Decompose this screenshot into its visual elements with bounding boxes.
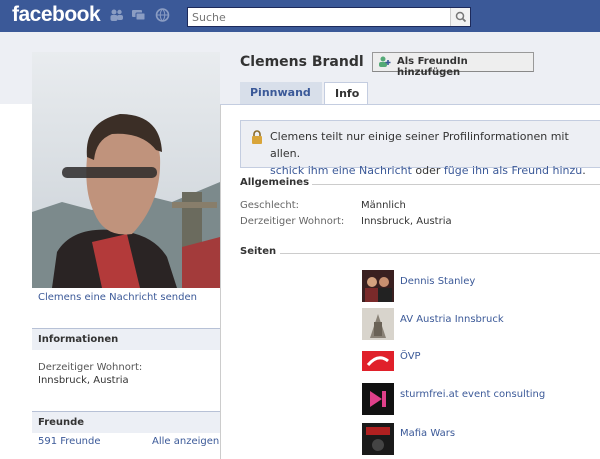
- send-message-link[interactable]: Clemens eine Nachricht senden: [38, 292, 197, 303]
- notice-text: Clemens teilt nur einige seiner Profilin…: [270, 130, 569, 160]
- friends-count-link[interactable]: 591 Freunde: [38, 436, 101, 447]
- search-button[interactable]: [450, 8, 470, 26]
- profile-picture[interactable]: [32, 52, 220, 288]
- privacy-notice: Clemens teilt nur einige seiner Profilin…: [240, 120, 600, 177]
- tab-info[interactable]: Info: [324, 82, 368, 105]
- add-friend-notice-link[interactable]: füge ihn als Freund hinzu: [444, 164, 582, 177]
- info-box-title: Informationen: [32, 328, 220, 350]
- gender-value: Männlich: [361, 200, 406, 211]
- send-message-notice-link[interactable]: schick ihm eine Nachricht: [270, 164, 412, 177]
- gender-label: Geschlecht:: [240, 200, 300, 211]
- seiten-divider: [280, 253, 600, 254]
- sidebar-wohnort-value: Innsbruck, Austria: [38, 375, 129, 386]
- wohnort-value: Innsbruck, Austria: [361, 216, 452, 227]
- friends-box-title: Freunde: [32, 411, 220, 433]
- add-friend-label: Als FreundIn hinzufügen: [397, 56, 468, 78]
- column-divider: [220, 104, 221, 459]
- notifications-icon[interactable]: [155, 8, 170, 22]
- left-column: Clemens eine Nachricht senden Informatio…: [32, 52, 220, 459]
- top-bar: facebook: [0, 0, 600, 32]
- seiten-heading: Seiten: [240, 246, 277, 257]
- add-friend-button[interactable]: Als FreundIn hinzufügen: [372, 52, 534, 78]
- page-thumb-sturmfrei[interactable]: [362, 383, 394, 415]
- sidebar-wohnort-label: Derzeitiger Wohnort:: [38, 362, 143, 373]
- notice-mid-text: oder: [411, 164, 444, 177]
- page-link-ovp[interactable]: ÖVP: [400, 351, 421, 362]
- facebook-logo[interactable]: facebook: [12, 3, 101, 27]
- page-link-mafia-wars[interactable]: Mafia Wars: [400, 428, 455, 439]
- tab-underline: [220, 104, 600, 105]
- notice-end-text: .: [582, 164, 586, 177]
- page-thumb-ovp[interactable]: [362, 345, 394, 377]
- search-input[interactable]: [188, 8, 443, 26]
- profile-name: Clemens Brandl: [240, 54, 364, 70]
- messages-icon[interactable]: [131, 8, 146, 22]
- page-link-av-austria[interactable]: AV Austria Innsbruck: [400, 314, 504, 325]
- search-icon: [455, 11, 467, 23]
- tab-pinnwand[interactable]: Pinnwand: [240, 82, 322, 104]
- search-box: [187, 7, 471, 27]
- page-thumb-dennis-stanley[interactable]: [362, 270, 394, 302]
- allgemeines-divider: [312, 184, 600, 185]
- lock-icon: [252, 130, 262, 144]
- page-thumb-av-austria[interactable]: [362, 308, 394, 340]
- show-all-friends-link[interactable]: Alle anzeigen: [152, 436, 219, 447]
- wohnort-label: Derzeitiger Wohnort:: [240, 216, 345, 227]
- allgemeines-heading: Allgemeines: [240, 177, 310, 188]
- friends-icon[interactable]: [109, 8, 124, 22]
- add-friend-icon: [379, 56, 391, 67]
- page-link-dennis-stanley[interactable]: Dennis Stanley: [400, 276, 475, 287]
- page-link-sturmfrei[interactable]: sturmfrei.at event consulting: [400, 389, 545, 400]
- page-thumb-mafia-wars[interactable]: [362, 423, 394, 455]
